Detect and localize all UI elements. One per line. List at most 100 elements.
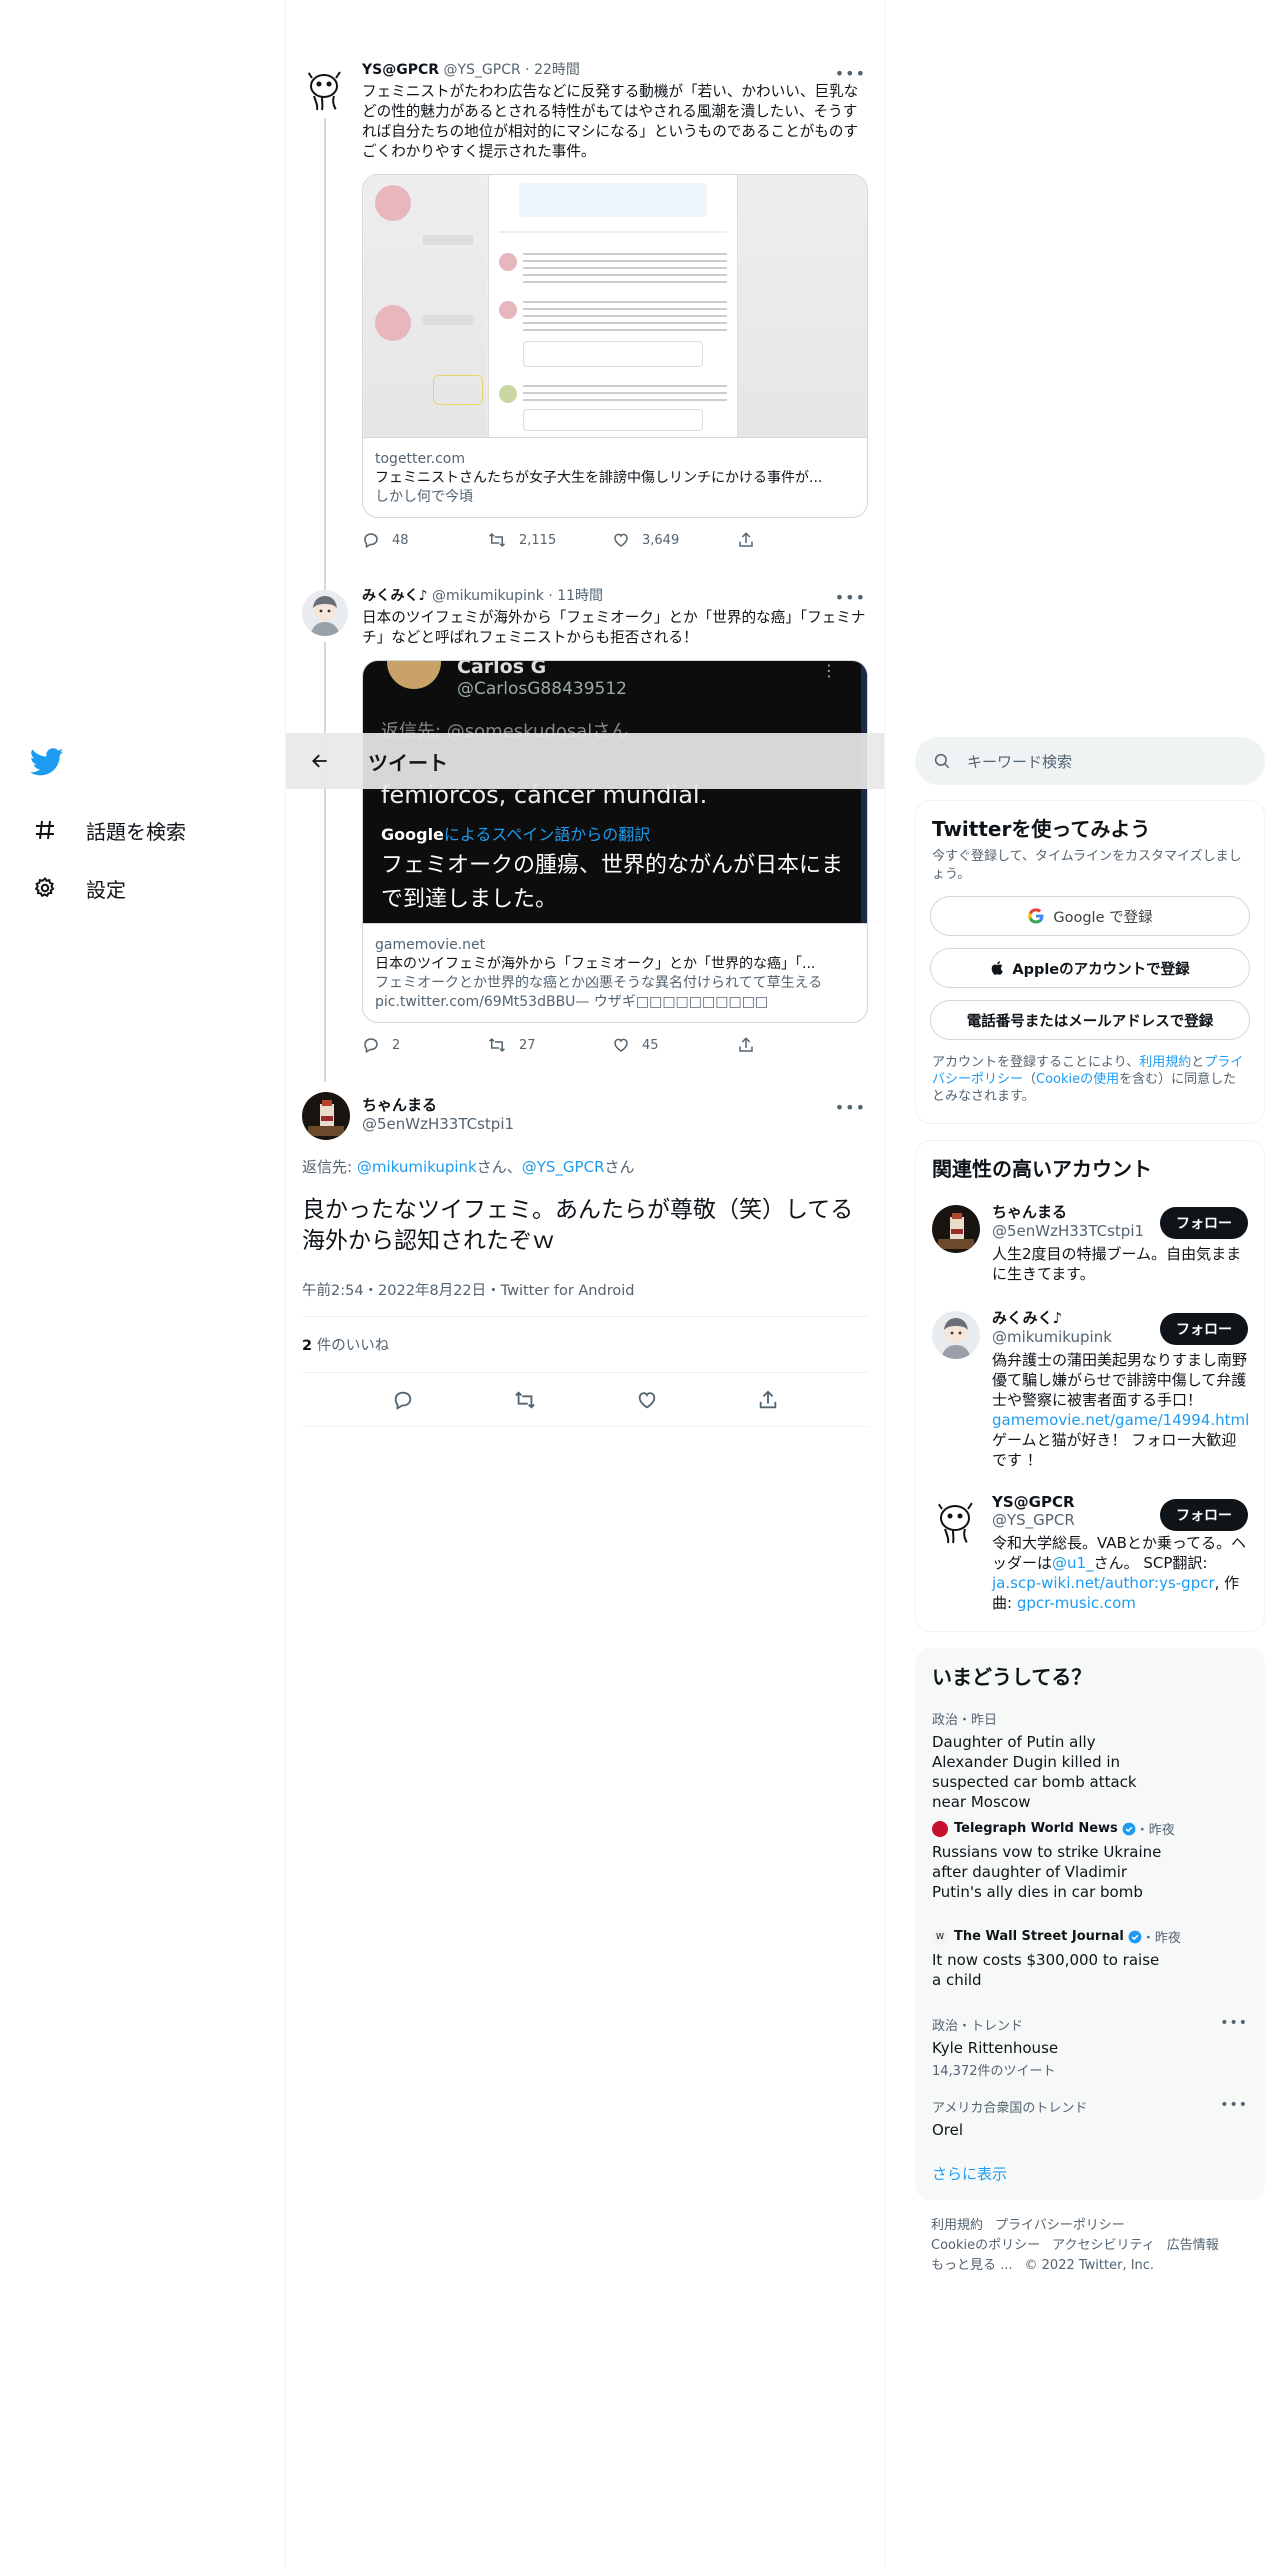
avatar[interactable] [932,1205,980,1253]
footer-copyright: © 2022 Twitter, Inc. [1024,2258,1155,2273]
tweet-time[interactable]: 11時間 [557,588,603,604]
retweet-icon[interactable] [513,1389,537,1411]
retweet-icon [488,532,506,548]
footer-accessibility[interactable]: アクセシビリティ [1052,2238,1155,2253]
reply-to-link[interactable]: @YS_GPCR [522,1158,605,1176]
focused-tweet-header: ちゃんまる @5enWzH33TCstpi1 ••• [286,1088,884,1144]
account-item[interactable]: フォロー ちゃんまる @5enWzH33TCstpi1 人生2度目の特撮ブーム。… [916,1201,1264,1284]
retweet-count: 27 [519,1037,536,1053]
focused-author[interactable]: ちゃんまる @5enWzH33TCstpi1 [362,1088,868,1133]
share-button[interactable] [737,531,862,549]
author-name[interactable]: YS@GPCR [362,62,439,78]
reply-to-line: 返信先: @mikumikupinkさん、@YS_GPCRさん [302,1156,868,1177]
focused-tweet-text: 良かったなツイフェミ。あんたらが尊敬（笑）してる海外から認知されたぞｗ [302,1197,854,1254]
author-handle[interactable]: @mikumikupink [432,588,544,604]
share-button[interactable] [737,1036,862,1054]
share-icon[interactable] [757,1389,779,1411]
thread-tweet[interactable]: ••• YS@GPCR @YS_GPCR · 22時間 フェミニストがたわわ広告… [286,60,884,593]
cookie-link[interactable]: Cookieの使用 [1036,1072,1119,1087]
retweet-button[interactable]: 27 [487,1036,612,1054]
card-image-japanese: フェミオークの腫瘍、世界的ながんが日本にまで到達しました。 [381,853,844,912]
account-item[interactable]: フォロー みくみく♪ @mikumikupink 偽弁護士の蒲田美起男なりすまし… [916,1307,1264,1470]
follow-button[interactable]: フォロー [1160,1313,1248,1345]
terms-link[interactable]: 利用規約 [1139,1055,1191,1070]
google-signup-button[interactable]: Google で登録 [930,896,1250,936]
card-domain: togetter.com [375,451,465,467]
author-name[interactable]: みくみく♪ [362,588,428,604]
like-button[interactable]: 45 [612,1036,737,1054]
reply-to-link[interactable]: @mikumikupink [357,1158,477,1176]
verified-icon [1128,1930,1142,1943]
signup-desc: 今すぐ登録して、タイムラインをカスタマイズしましょう。 [932,849,1242,882]
hashtag-icon [30,815,60,845]
link-card[interactable]: Carlos G @CarlosG88439512 ⋮ 返信先: @somesk… [362,660,868,1023]
reply-count: 48 [392,532,409,548]
follow-button[interactable]: フォロー [1160,1499,1248,1531]
link-card[interactable]: togetter.com フェミニストさんたちが女子大生を誹謗中傷しリンチにかけ… [362,174,868,518]
nav-explore[interactable]: 話題を検索 [30,801,270,859]
card-title: フェミニストさんたちが女子大生を誹謗中傷しリンチにかける事件が... [375,470,823,486]
phone-signup-button[interactable]: 電話番号またはメールアドレスで登録 [930,1000,1250,1040]
bio-link[interactable]: @u1_ [1052,1554,1094,1572]
account-bio: 令和大学総長。VABとか乗ってる。ヘッダーは@u1_さん。 SCP翻訳: ja.… [992,1534,1247,1612]
twitter-logo-icon[interactable] [30,745,64,779]
tweet-actions: 48 2,115 3,649 [362,518,868,562]
account-item[interactable]: フォロー YS@GPCR @YS_GPCR 令和大学総長。VABとか乗ってる。ヘ… [916,1493,1264,1613]
trend-item[interactable]: 政治・昨日 Daughter of Putin ally Alexander D… [916,1709,1264,1812]
trend-context: アメリカ合衆国のトレンド [932,2101,1088,2116]
reply-button[interactable]: 48 [362,531,487,549]
footer-cookie[interactable]: Cookieのポリシー [931,2238,1040,2253]
tweet-timestamp[interactable]: 午前2:54・2022年8月22日・Twitter for Android [302,1279,868,1317]
trend-text: It now costs $300,000 to raise a child [932,1951,1160,1989]
tweet-header: みくみく♪ @mikumikupink · 11時間 [362,588,604,604]
more-icon[interactable]: ••• [835,1098,866,1117]
trend-item[interactable]: Telegraph World News ・昨夜 Russians vow to … [916,1819,1264,1902]
trend-item[interactable]: アメリカ合衆国のトレンド ••• Orel [916,2097,1264,2140]
avatar[interactable] [932,1311,980,1359]
like-button[interactable]: 3,649 [612,531,737,549]
footer-more[interactable]: もっと見る ... [931,2258,1013,2273]
bio-link[interactable]: gamemovie.net/game/14994.html [992,1411,1249,1429]
reply-icon[interactable] [392,1389,414,1411]
footer-privacy[interactable]: プライバシーポリシー [995,2218,1125,2233]
likes-label: 件のいいね [312,1338,390,1354]
avatar[interactable] [302,66,348,112]
trend-item[interactable]: 政治・トレンド ••• Kyle Rittenhouse 14,372件のツイー… [916,2015,1264,2079]
heart-icon[interactable] [636,1389,658,1411]
search-box[interactable]: キーワード検索 [915,737,1265,785]
card-description: フェミオークとか世界的な癌とか凶悪そうな異名付けられてて草生える pic.twi… [375,975,823,1010]
share-icon [739,1037,753,1052]
reply-button[interactable]: 2 [362,1036,487,1054]
share-icon [739,532,753,547]
author-handle[interactable]: @5enWzH33TCstpi1 [362,1115,868,1133]
trend-source: The Wall Street Journal [954,1929,1124,1944]
avatar[interactable] [302,1092,350,1140]
avatar[interactable] [302,590,348,636]
trend-more-icon[interactable]: ••• [1220,2097,1248,2113]
trend-context: W The Wall Street Journal ・昨夜 [932,1927,1248,1946]
thread-tweet[interactable]: ••• みくみく♪ @mikumikupink · 11時間 日本のツイフェミが… [286,586,884,1082]
trend-context: Telegraph World News ・昨夜 [932,1819,1248,1838]
likes-summary[interactable]: 2 件のいいね [302,1317,868,1373]
follow-button[interactable]: フォロー [1160,1207,1248,1239]
footer-ads[interactable]: 広告情報 [1167,2238,1219,2253]
avatar[interactable] [932,1497,980,1545]
signup-legal: アカウントを登録することにより、利用規約とプライバシーポリシー（Cookieの使… [932,1055,1244,1104]
tweet-time[interactable]: 22時間 [534,62,580,78]
trend-item[interactable]: W The Wall Street Journal ・昨夜 It now costs… [916,1927,1264,1990]
more-icon[interactable]: ••• [835,588,866,607]
back-arrow-icon[interactable] [300,751,340,771]
apple-signup-button[interactable]: Appleのアカウントで登録 [930,948,1250,988]
bio-link[interactable]: ja.scp-wiki.net/author:ys-gpcr [992,1574,1215,1592]
card-image: Carlos G @CarlosG88439512 ⋮ 返信先: @somesk… [363,661,867,923]
nav-settings[interactable]: 設定 [30,859,270,917]
retweet-button[interactable]: 2,115 [487,531,612,549]
search-input[interactable]: キーワード検索 [967,751,1072,772]
more-icon[interactable]: ••• [835,64,866,83]
author-name[interactable]: ちゃんまる [362,1094,868,1115]
author-handle[interactable]: @YS_GPCR [443,62,520,78]
trend-more-icon[interactable]: ••• [1220,2015,1248,2031]
footer-terms[interactable]: 利用規約 [931,2218,983,2233]
show-more-link[interactable]: さらに表示 [916,2163,1023,2184]
bio-link[interactable]: gpcr-music.com [1017,1594,1136,1612]
